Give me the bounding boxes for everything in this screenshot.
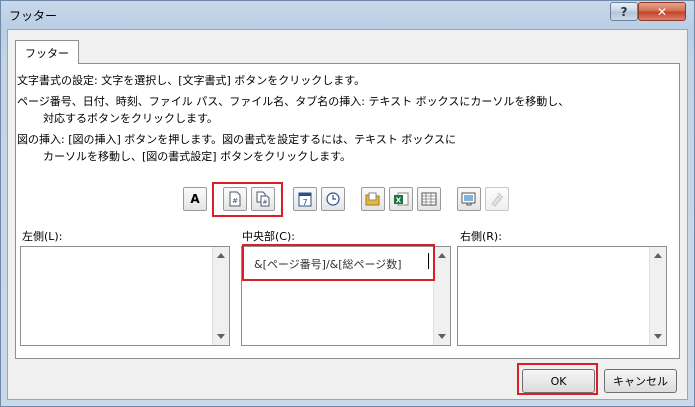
folder-icon [365, 192, 380, 206]
center-section-scrollbar[interactable] [433, 247, 450, 345]
svg-text:#: # [232, 197, 238, 205]
format-text-button[interactable]: A [183, 187, 207, 211]
left-section-scrollbar[interactable] [212, 247, 229, 345]
help-button[interactable]: ? [610, 2, 638, 21]
format-picture-icon [491, 192, 504, 207]
calendar-date: 7 [302, 198, 307, 207]
scroll-down-icon[interactable] [654, 334, 662, 339]
instruction-line: 文字書式の設定: 文字を選択し、[文字書式] ボタンをクリックします。 [17, 74, 366, 87]
insert-file-name-button[interactable]: X [389, 187, 413, 211]
number-of-pages-icon: # [256, 191, 270, 207]
insert-file-path-button[interactable] [361, 187, 385, 211]
center-section-input[interactable]: &[ページ番号]/&[総ページ数] [241, 246, 451, 346]
insert-sheet-name-button[interactable] [417, 187, 441, 211]
insert-time-button[interactable] [321, 187, 345, 211]
excel-file-icon: X [394, 192, 409, 206]
svg-text:#: # [262, 199, 267, 206]
format-picture-button[interactable] [485, 187, 509, 211]
left-section-input[interactable] [20, 246, 230, 346]
instruction-line: カーソルを移動し、[図の書式設定] ボタンをクリックします。 [43, 150, 351, 163]
right-section-label: 右側(R): [460, 230, 502, 243]
insert-page-number-button[interactable]: # [223, 187, 247, 211]
clock-icon [326, 192, 340, 206]
page-number-icon: # [229, 191, 241, 207]
scroll-up-icon[interactable] [217, 253, 225, 258]
center-section-label: 中央部(C): [242, 230, 295, 243]
calendar-icon: 7 [298, 192, 312, 207]
tab-footer[interactable]: フッター [15, 40, 79, 64]
scroll-down-icon[interactable] [217, 334, 225, 339]
picture-icon [461, 192, 476, 206]
text-caret [428, 253, 429, 269]
dialog-title: フッター [9, 9, 58, 23]
svg-text:X: X [396, 197, 402, 205]
format-text-icon: A [190, 192, 200, 206]
right-section-scrollbar[interactable] [649, 247, 666, 345]
insert-picture-button[interactable] [457, 187, 481, 211]
scroll-up-icon[interactable] [654, 253, 662, 258]
instruction-line: 対応するボタンをクリックします。 [43, 112, 218, 125]
title-bar: フッター ? ✕ [1, 1, 694, 29]
left-section-label: 左側(L): [22, 230, 63, 243]
scroll-down-icon[interactable] [438, 334, 446, 339]
close-button[interactable]: ✕ [638, 2, 686, 21]
instruction-line: 図の挿入: [図の挿入] ボタンを押します。図の書式を設定するには、テキスト ボ… [17, 133, 457, 146]
insert-date-button[interactable]: 7 [293, 187, 317, 211]
dialog-content: フッター 文字書式の設定: 文字を選択し、[文字書式] ボタンをクリックします。… [7, 29, 688, 400]
footer-dialog: フッター ? ✕ フッター 文字書式の設定: 文字を選択し、[文字書式] ボタン… [0, 0, 695, 407]
ok-button[interactable]: OK [522, 369, 595, 393]
cancel-button[interactable]: キャンセル [604, 369, 677, 393]
insert-number-of-pages-button[interactable]: # [251, 187, 275, 211]
sheet-grid-icon [421, 192, 437, 206]
center-section-text: &[ページ番号]/&[総ページ数] [254, 258, 402, 271]
scroll-up-icon[interactable] [438, 253, 446, 258]
right-section-input[interactable] [457, 246, 667, 346]
instruction-line: ページ番号、日付、時刻、ファイル パス、ファイル名、タブ名の挿入: テキスト ボ… [17, 95, 570, 108]
